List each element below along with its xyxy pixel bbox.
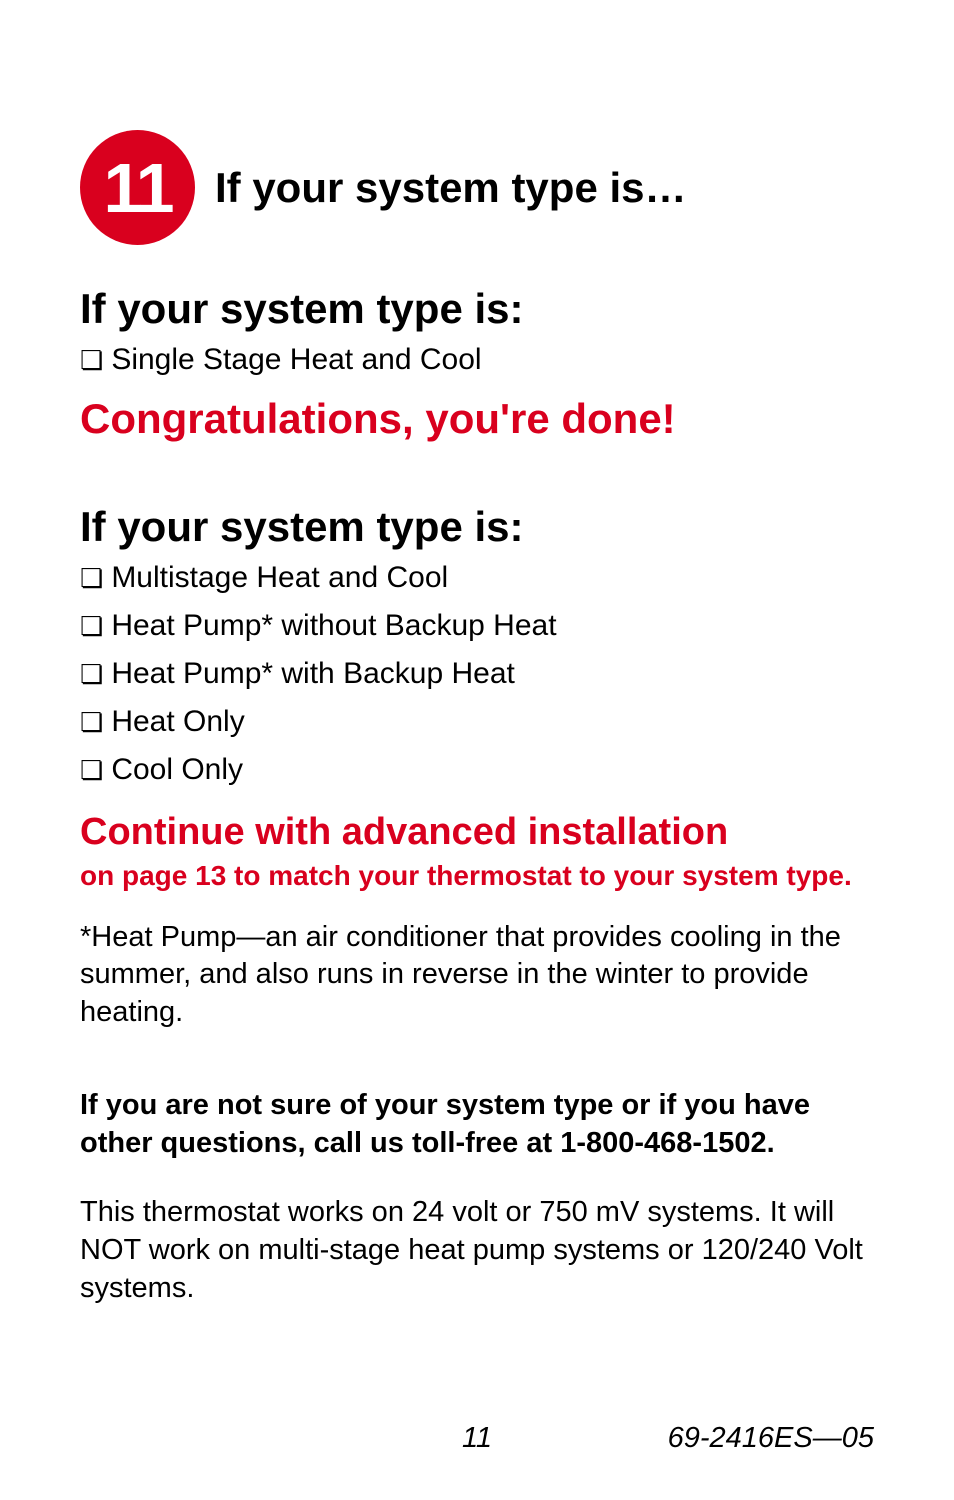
section-heading: If your system type is:	[80, 503, 874, 551]
step-title: If your system type is…	[215, 164, 687, 212]
document-code: 69-2416ES—05	[668, 1422, 874, 1455]
support-contact: If you are not sure of your system type …	[80, 1087, 874, 1162]
checkbox-item: ❏ Multistage Heat and Cool	[80, 561, 874, 595]
step-number-badge: 11	[80, 130, 195, 245]
checkbox-item: ❏ Heat Pump* without Backup Heat	[80, 609, 874, 643]
checkbox-icon: ❏	[80, 565, 103, 591]
section-heading: If your system type is:	[80, 285, 874, 333]
done-message: Congratulations, you're done!	[80, 395, 874, 443]
page-footer: 11 69-2416ES—05	[0, 1422, 954, 1455]
checkbox-icon: ❏	[80, 661, 103, 687]
step-header: 11 If your system type is…	[80, 130, 874, 245]
checkbox-icon: ❏	[80, 347, 103, 373]
step-number: 11	[104, 148, 172, 228]
compatibility-note: This thermostat works on 24 volt or 750 …	[80, 1194, 874, 1307]
checkbox-label: Single Stage Heat and Cool	[111, 343, 481, 377]
checkbox-item: ❏ Single Stage Heat and Cool	[80, 343, 874, 377]
continue-subheading: on page 13 to match your thermostat to y…	[80, 858, 874, 893]
section-done: If your system type is: ❏ Single Stage H…	[80, 285, 874, 443]
checkbox-icon: ❏	[80, 613, 103, 639]
section-continue: If your system type is: ❏ Multistage Hea…	[80, 503, 874, 1307]
page-number: 11	[462, 1422, 492, 1455]
checkbox-label: Heat Pump* without Backup Heat	[111, 609, 556, 643]
checkbox-label: Cool Only	[111, 753, 243, 787]
heat-pump-footnote: *Heat Pump—an air conditioner that provi…	[80, 919, 874, 1032]
checkbox-label: Heat Pump* with Backup Heat	[111, 657, 515, 691]
checkbox-label: Heat Only	[111, 705, 244, 739]
checkbox-icon: ❏	[80, 709, 103, 735]
checkbox-item: ❏ Heat Only	[80, 705, 874, 739]
checkbox-item: ❏ Heat Pump* with Backup Heat	[80, 657, 874, 691]
checkbox-label: Multistage Heat and Cool	[111, 561, 448, 595]
continue-heading: Continue with advanced installation	[80, 812, 874, 854]
checkbox-item: ❏ Cool Only	[80, 753, 874, 787]
checkbox-icon: ❏	[80, 757, 103, 783]
